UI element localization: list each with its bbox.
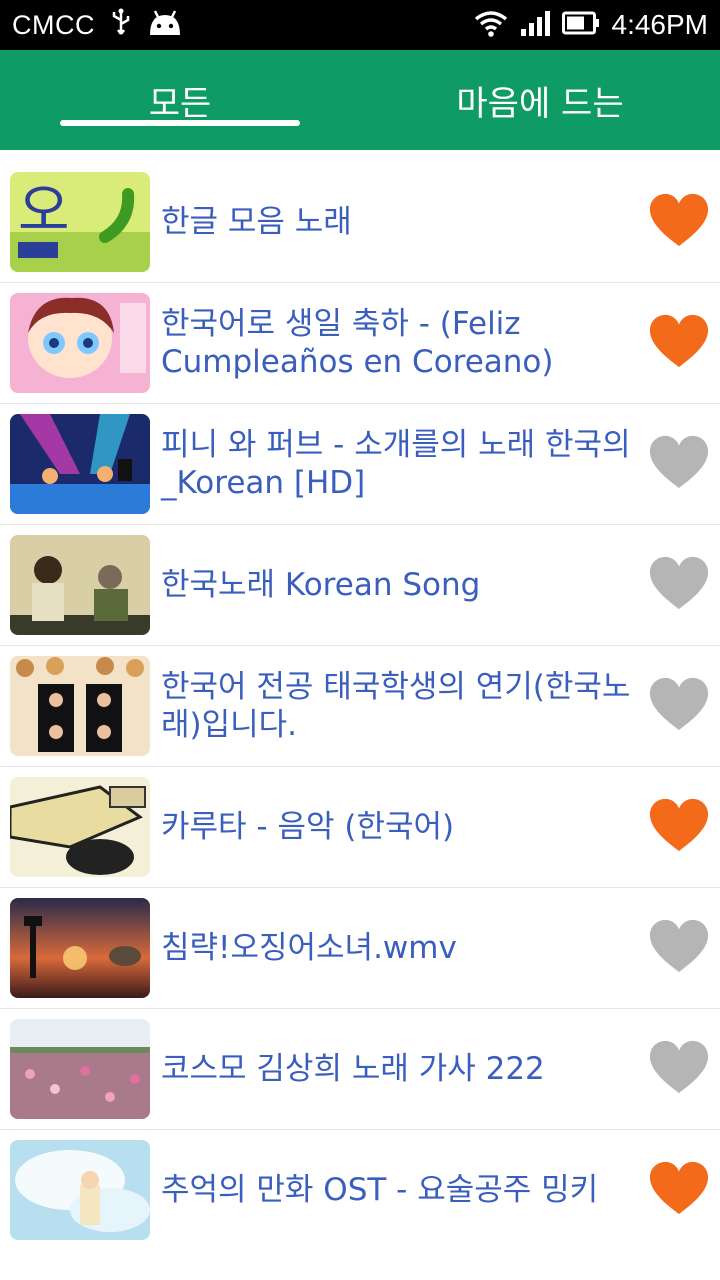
heart-icon[interactable] bbox=[648, 916, 710, 978]
list-item[interactable]: 오 한글 모음 노래 bbox=[0, 162, 720, 283]
video-title: 한국어로 생일 축하 - (Feliz Cumpleaños en Corean… bbox=[161, 306, 554, 380]
video-title: 한국어 전공 태국학생의 연기(한국노래)입니다. bbox=[161, 669, 631, 743]
heart-icon[interactable] bbox=[648, 795, 710, 857]
tab-all[interactable]: 모든 bbox=[60, 50, 300, 150]
tab-favorites[interactable]: 마음에 드는 bbox=[420, 50, 660, 150]
video-thumbnail bbox=[10, 414, 150, 514]
video-thumbnail bbox=[10, 1019, 150, 1119]
video-title: 피니 와 퍼브 - 소개를의 노래 한국의_Korean [HD] bbox=[161, 427, 631, 501]
status-bar: CMCC 4:46PM bbox=[0, 0, 720, 50]
battery-icon bbox=[561, 11, 600, 39]
svg-text:오: 오 bbox=[18, 179, 70, 244]
video-thumbnail bbox=[10, 535, 150, 635]
heart-icon[interactable] bbox=[648, 190, 710, 252]
list-item[interactable]: 카루타 - 음악 (한국어) bbox=[0, 767, 720, 888]
carrier-name: CMCC bbox=[12, 9, 95, 40]
video-thumbnail bbox=[10, 1140, 150, 1240]
video-thumbnail bbox=[10, 898, 150, 998]
heart-icon[interactable] bbox=[648, 1037, 710, 1099]
video-title: 카루타 - 음악 (한국어) bbox=[161, 809, 455, 845]
heart-icon[interactable] bbox=[648, 674, 710, 736]
video-thumbnail: 오 bbox=[10, 172, 150, 272]
list-item[interactable]: 한국어 전공 태국학생의 연기(한국노래)입니다. bbox=[0, 646, 720, 767]
heart-icon[interactable] bbox=[648, 311, 710, 373]
heart-icon[interactable] bbox=[648, 432, 710, 494]
tab-bar: 모든 마음에 드는 bbox=[0, 50, 720, 150]
video-thumbnail bbox=[10, 777, 150, 877]
list-item[interactable]: 한국어로 생일 축하 - (Feliz Cumpleaños en Corean… bbox=[0, 283, 720, 404]
video-title: 추억의 만화 OST - 요술공주 밍키 bbox=[161, 1172, 599, 1208]
video-thumbnail bbox=[10, 656, 150, 756]
tab-selected-indicator bbox=[60, 120, 300, 126]
video-list: 오 한글 모음 노래 한국어로 생일 축하 - (Feliz Cumpleaño… bbox=[0, 162, 720, 1251]
list-item[interactable]: 한국노래 Korean Song bbox=[0, 525, 720, 646]
android-icon bbox=[147, 9, 183, 41]
video-title: 침략!오징어소녀.wmv bbox=[161, 930, 457, 966]
list-item[interactable]: 침략!오징어소녀.wmv bbox=[0, 888, 720, 1009]
list-item[interactable]: 추억의 만화 OST - 요술공주 밍키 bbox=[0, 1130, 720, 1251]
list-item[interactable]: 코스모 김상희 노래 가사 222 bbox=[0, 1009, 720, 1130]
usb-icon bbox=[109, 8, 133, 42]
video-title: 한글 모음 노래 bbox=[161, 204, 352, 240]
video-title: 한국노래 Korean Song bbox=[161, 567, 481, 603]
video-thumbnail bbox=[10, 293, 150, 393]
wifi-icon bbox=[474, 9, 508, 41]
clock: 4:46PM bbox=[611, 9, 709, 40]
heart-icon[interactable] bbox=[648, 553, 710, 615]
list-item[interactable]: 피니 와 퍼브 - 소개를의 노래 한국의_Korean [HD] bbox=[0, 404, 720, 525]
signal-icon bbox=[520, 9, 550, 41]
heart-icon[interactable] bbox=[648, 1158, 710, 1220]
video-title: 코스모 김상희 노래 가사 222 bbox=[161, 1051, 545, 1087]
